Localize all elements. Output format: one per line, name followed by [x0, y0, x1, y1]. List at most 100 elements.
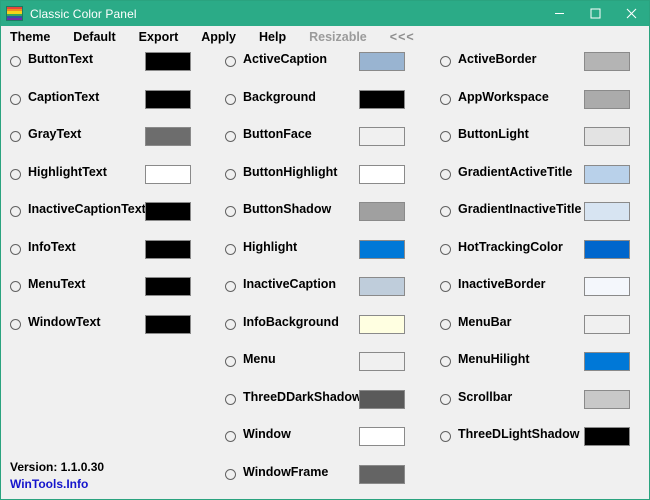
- color-swatch[interactable]: [584, 202, 630, 221]
- radio-button[interactable]: [440, 168, 451, 180]
- color-swatch[interactable]: [359, 352, 405, 371]
- color-row[interactable]: ButtonShadow: [225, 198, 425, 236]
- radio-button[interactable]: [225, 168, 236, 180]
- color-swatch[interactable]: [145, 314, 191, 334]
- radio-button[interactable]: [440, 318, 451, 330]
- color-swatch[interactable]: [145, 52, 191, 71]
- color-swatch[interactable]: [145, 277, 191, 296]
- color-swatch[interactable]: [584, 239, 630, 259]
- radio-button[interactable]: [10, 131, 21, 142]
- color-row[interactable]: GradientInactiveTitle: [440, 198, 640, 236]
- menu-item-help[interactable]: Help: [259, 30, 286, 44]
- radio-button[interactable]: [440, 206, 451, 217]
- color-row[interactable]: ThreeDDarkShadow: [225, 386, 425, 424]
- maximize-button[interactable]: [577, 1, 613, 26]
- color-row[interactable]: HotTrackingColor: [440, 236, 640, 274]
- menu-item-default[interactable]: Default: [73, 30, 115, 44]
- radio-button[interactable]: [440, 281, 451, 292]
- color-row[interactable]: GrayText: [10, 123, 215, 161]
- color-row[interactable]: InfoText: [10, 236, 215, 274]
- radio-button[interactable]: [10, 93, 21, 105]
- radio-button[interactable]: [225, 131, 236, 142]
- color-swatch[interactable]: [584, 427, 630, 446]
- color-swatch[interactable]: [145, 89, 191, 109]
- color-swatch[interactable]: [359, 427, 405, 446]
- radio-button[interactable]: [440, 243, 451, 255]
- color-swatch[interactable]: [359, 314, 405, 334]
- close-button[interactable]: [613, 1, 649, 26]
- color-row[interactable]: ThreeDLightShadow: [440, 423, 640, 461]
- radio-button[interactable]: [225, 318, 236, 330]
- radio-button[interactable]: [10, 281, 21, 292]
- radio-button[interactable]: [440, 393, 451, 405]
- menu-item-apply[interactable]: Apply: [201, 30, 236, 44]
- color-swatch[interactable]: [584, 352, 630, 371]
- color-row[interactable]: WindowText: [10, 311, 215, 349]
- color-row[interactable]: HighlightText: [10, 161, 215, 199]
- radio-button[interactable]: [225, 93, 236, 105]
- color-swatch[interactable]: [359, 389, 405, 409]
- color-row[interactable]: ButtonLight: [440, 123, 640, 161]
- color-swatch[interactable]: [584, 127, 630, 146]
- color-swatch[interactable]: [359, 164, 405, 184]
- radio-button[interactable]: [225, 56, 236, 67]
- color-row[interactable]: InactiveBorder: [440, 273, 640, 311]
- color-row[interactable]: WindowFrame: [225, 461, 425, 499]
- menu-item-theme[interactable]: Theme: [10, 30, 50, 44]
- radio-button[interactable]: [440, 131, 451, 142]
- color-row[interactable]: GradientActiveTitle: [440, 161, 640, 199]
- color-swatch[interactable]: [359, 239, 405, 259]
- menu-item-export[interactable]: Export: [139, 30, 179, 44]
- color-row[interactable]: CaptionText: [10, 86, 215, 124]
- color-swatch[interactable]: [145, 164, 191, 184]
- color-swatch[interactable]: [145, 127, 191, 146]
- color-row[interactable]: MenuBar: [440, 311, 640, 349]
- minimize-button[interactable]: [541, 1, 577, 26]
- color-row[interactable]: ActiveCaption: [225, 48, 425, 86]
- radio-button[interactable]: [440, 56, 451, 67]
- radio-button[interactable]: [10, 243, 21, 255]
- radio-button[interactable]: [440, 356, 451, 367]
- color-row[interactable]: InactiveCaptionText: [10, 198, 215, 236]
- radio-button[interactable]: [225, 431, 236, 442]
- color-row[interactable]: ButtonText: [10, 48, 215, 86]
- radio-button[interactable]: [225, 393, 236, 405]
- color-row[interactable]: MenuHilight: [440, 348, 640, 386]
- radio-button[interactable]: [225, 243, 236, 255]
- radio-button[interactable]: [440, 431, 451, 442]
- radio-button[interactable]: [10, 168, 21, 180]
- color-swatch[interactable]: [584, 164, 630, 184]
- radio-button[interactable]: [10, 206, 21, 217]
- color-row[interactable]: InfoBackground: [225, 311, 425, 349]
- radio-button[interactable]: [440, 93, 451, 105]
- color-row[interactable]: AppWorkspace: [440, 86, 640, 124]
- radio-button[interactable]: [225, 206, 236, 217]
- color-swatch[interactable]: [145, 202, 191, 221]
- radio-button[interactable]: [225, 468, 236, 480]
- color-row[interactable]: InactiveCaption: [225, 273, 425, 311]
- color-swatch[interactable]: [584, 52, 630, 71]
- color-row[interactable]: Window: [225, 423, 425, 461]
- color-swatch[interactable]: [359, 127, 405, 146]
- color-swatch[interactable]: [359, 202, 405, 221]
- color-row[interactable]: ButtonHighlight: [225, 161, 425, 199]
- color-swatch[interactable]: [359, 52, 405, 71]
- menu-item-collapse[interactable]: <<<: [390, 30, 415, 44]
- title-bar[interactable]: Classic Color Panel: [1, 1, 649, 26]
- color-row[interactable]: Highlight: [225, 236, 425, 274]
- color-swatch[interactable]: [584, 89, 630, 109]
- color-swatch[interactable]: [584, 314, 630, 334]
- color-swatch[interactable]: [359, 277, 405, 296]
- color-row[interactable]: MenuText: [10, 273, 215, 311]
- radio-button[interactable]: [10, 56, 21, 67]
- website-link[interactable]: WinTools.Info: [10, 477, 104, 491]
- color-row[interactable]: Menu: [225, 348, 425, 386]
- color-row[interactable]: Scrollbar: [440, 386, 640, 424]
- color-row[interactable]: ActiveBorder: [440, 48, 640, 86]
- color-row[interactable]: Background: [225, 86, 425, 124]
- color-swatch[interactable]: [584, 277, 630, 296]
- color-swatch[interactable]: [359, 464, 405, 484]
- radio-button[interactable]: [10, 318, 21, 330]
- radio-button[interactable]: [225, 356, 236, 367]
- color-row[interactable]: ButtonFace: [225, 123, 425, 161]
